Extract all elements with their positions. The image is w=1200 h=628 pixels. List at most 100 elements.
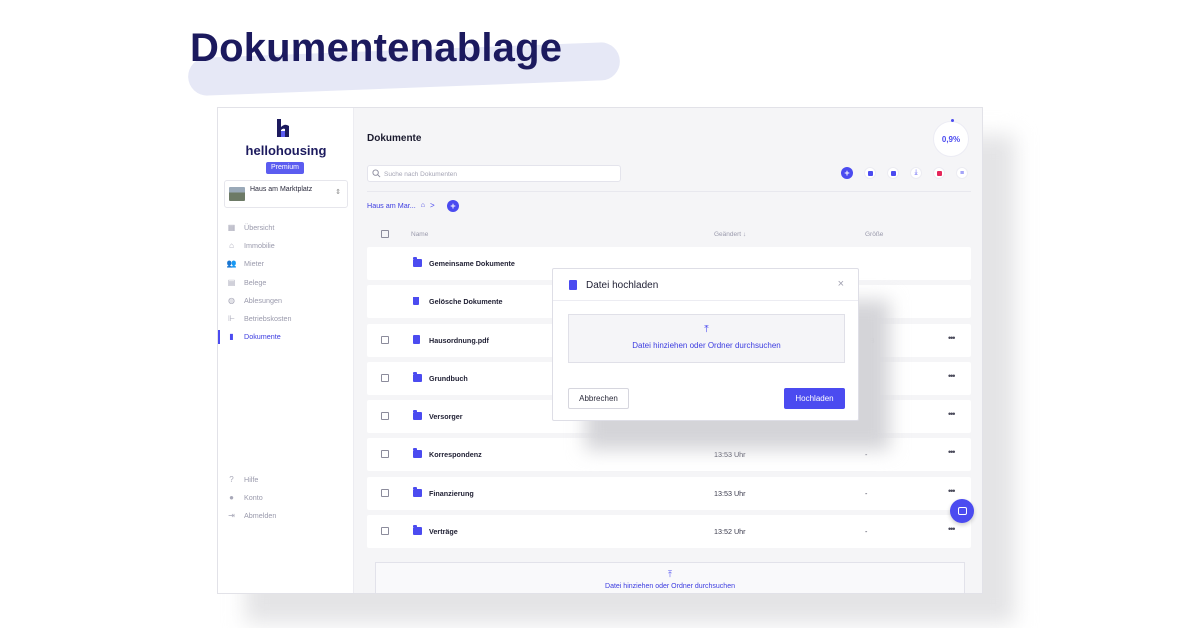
sidebar-item-label: Ablesungen [244,295,282,305]
column-changed[interactable]: Geändert ↓ [714,231,746,238]
sidebar-item-uebersicht[interactable]: ▦ Übersicht [228,218,348,236]
delete-button[interactable] [933,167,945,179]
chat-button[interactable] [950,499,974,523]
copy-button[interactable] [864,167,876,179]
sidebar-item-label: Immobilie [244,240,275,250]
sidebar-item-mieter[interactable]: 👥 Mieter [226,255,348,273]
sidebar-item-dokumente[interactable]: ▮ Dokumente [218,328,348,346]
column-changed-label: Geändert [714,231,742,238]
row-changed: 13:53 Uhr [714,488,746,498]
sidebar-item-ablesungen[interactable]: ◍ Ablesungen [228,291,348,309]
filter-button[interactable]: ≡ [956,167,968,179]
sidebar-item-label: Hilfe [244,474,259,484]
sidebar-bottom-nav: ? Hilfe ● Konto ⇥ Abmelden [228,470,348,525]
dashboard-icon: ▦ [227,222,236,232]
upload-dropzone[interactable]: ⤒ Datei hinziehen oder Ordner durchsuche… [375,562,965,593]
table-row[interactable]: Finanzierung 13:53 Uhr - ••• [367,476,971,510]
sidebar-item-label: Betriebskosten [244,314,292,324]
sidebar-nav: ▦ Übersicht ⌂ Immobilie 👥 Mieter ▤ Belege ◍ A… [218,218,348,346]
row-checkbox[interactable] [381,450,389,459]
sidebar-item-label: Belege [244,277,267,287]
logout-icon: ⇥ [228,511,235,521]
more-icon[interactable]: ••• [948,371,956,381]
breadcrumb-link[interactable]: Haus am Mar... [367,201,416,210]
row-name: Finanzierung [429,488,474,498]
trash-icon [936,170,942,176]
search-icon [372,169,381,178]
modal-dropzone[interactable]: ⤒ Datei hinziehen oder Ordner durchsuche… [568,314,845,363]
chevron-updown-icon: ⇕ [335,189,341,196]
row-checkbox[interactable] [381,373,389,382]
storage-usage-indicator[interactable]: 0,9% [933,119,969,157]
folder-icon [413,448,422,459]
row-size: - [865,450,868,460]
row-changed: 13:53 Uhr [714,450,746,460]
more-icon[interactable]: ••• [948,524,956,534]
download-icon: ⤓ [914,169,918,176]
property-name: Haus am Marktplatz [250,186,313,193]
toolbar-divider [367,191,971,192]
dropzone-text: Datei hinziehen oder Ordner durchsuchen [605,583,735,590]
sidebar-item-abmelden[interactable]: ⇥ Abmelden [228,507,348,525]
row-checkbox[interactable] [381,335,389,344]
sidebar-item-konto[interactable]: ● Konto [228,488,348,506]
filter-icon: ≡ [959,169,965,177]
add-button[interactable]: + [841,167,853,179]
users-icon: 👥 [226,259,237,269]
home-icon[interactable]: ⌂ [421,202,425,209]
sidebar-item-hilfe[interactable]: ? Hilfe [228,470,348,488]
new-folder-button[interactable] [887,167,899,179]
upload-button[interactable]: Hochladen [784,388,845,409]
sidebar-item-immobilie[interactable]: ⌂ Immobilie [228,236,348,254]
costs-icon: ⊩ [228,314,235,324]
sidebar-item-label: Dokumente [244,332,281,342]
file-upload-icon [569,280,577,290]
search-box [367,165,621,182]
close-icon[interactable]: × [838,278,844,290]
dropzone-text: Datei hinziehen oder Ordner durchsuchen [632,341,781,350]
home-icon: ⌂ [229,240,234,250]
search-input[interactable] [384,168,614,180]
column-size[interactable]: Größe [865,231,883,238]
plus-icon: + [450,201,456,211]
row-name: Hausordnung.pdf [429,335,489,345]
column-name[interactable]: Name [411,231,428,238]
breadcrumb-add-button[interactable]: + [447,200,459,212]
folder-icon [413,371,422,382]
more-icon[interactable]: ••• [948,333,956,343]
property-selector[interactable]: Haus am Marktplatz ⇕ [224,180,348,208]
breadcrumb-separator: > [429,201,435,210]
more-icon[interactable]: ••• [948,409,956,419]
sidebar-item-belege[interactable]: ▤ Belege [228,273,348,291]
premium-badge: Premium [266,162,304,174]
chat-icon [957,507,967,515]
trash-icon [413,297,419,306]
folder-icon [413,486,422,497]
row-name: Gelösche Dokumente [429,297,503,307]
table-row[interactable]: Verträge 13:52 Uhr - ••• [367,515,971,549]
copy-icon [867,170,873,176]
row-changed: 13:52 Uhr [714,527,746,537]
download-button[interactable]: ⤓ [910,167,922,179]
row-size: - [865,527,868,537]
select-all-checkbox[interactable] [381,230,389,238]
row-checkbox[interactable] [381,412,389,421]
upload-icon: ⤒ [668,569,672,579]
table-header: Name Geändert ↓ Größe [367,228,971,242]
row-checkbox[interactable] [381,488,389,497]
folder-plus-icon [890,170,896,176]
row-checkbox[interactable] [381,527,389,536]
arrow-down-icon: ↓ [742,231,747,238]
storage-percentage: 0,9% [941,135,961,144]
file-icon [413,334,420,344]
cancel-button[interactable]: Abbrechen [568,388,629,409]
sidebar-item-betriebskosten[interactable]: ⊩ Betriebskosten [228,309,348,327]
more-icon[interactable]: ••• [948,486,956,496]
brand-name: hellohousing [245,143,327,158]
row-name: Korrespondenz [429,450,482,460]
logo-icon [277,119,289,137]
sidebar-item-label: Mieter [244,259,264,269]
sidebar-item-label: Konto [244,492,263,502]
more-icon[interactable]: ••• [948,447,956,457]
page-headline: Dokumentenablage [190,26,563,70]
